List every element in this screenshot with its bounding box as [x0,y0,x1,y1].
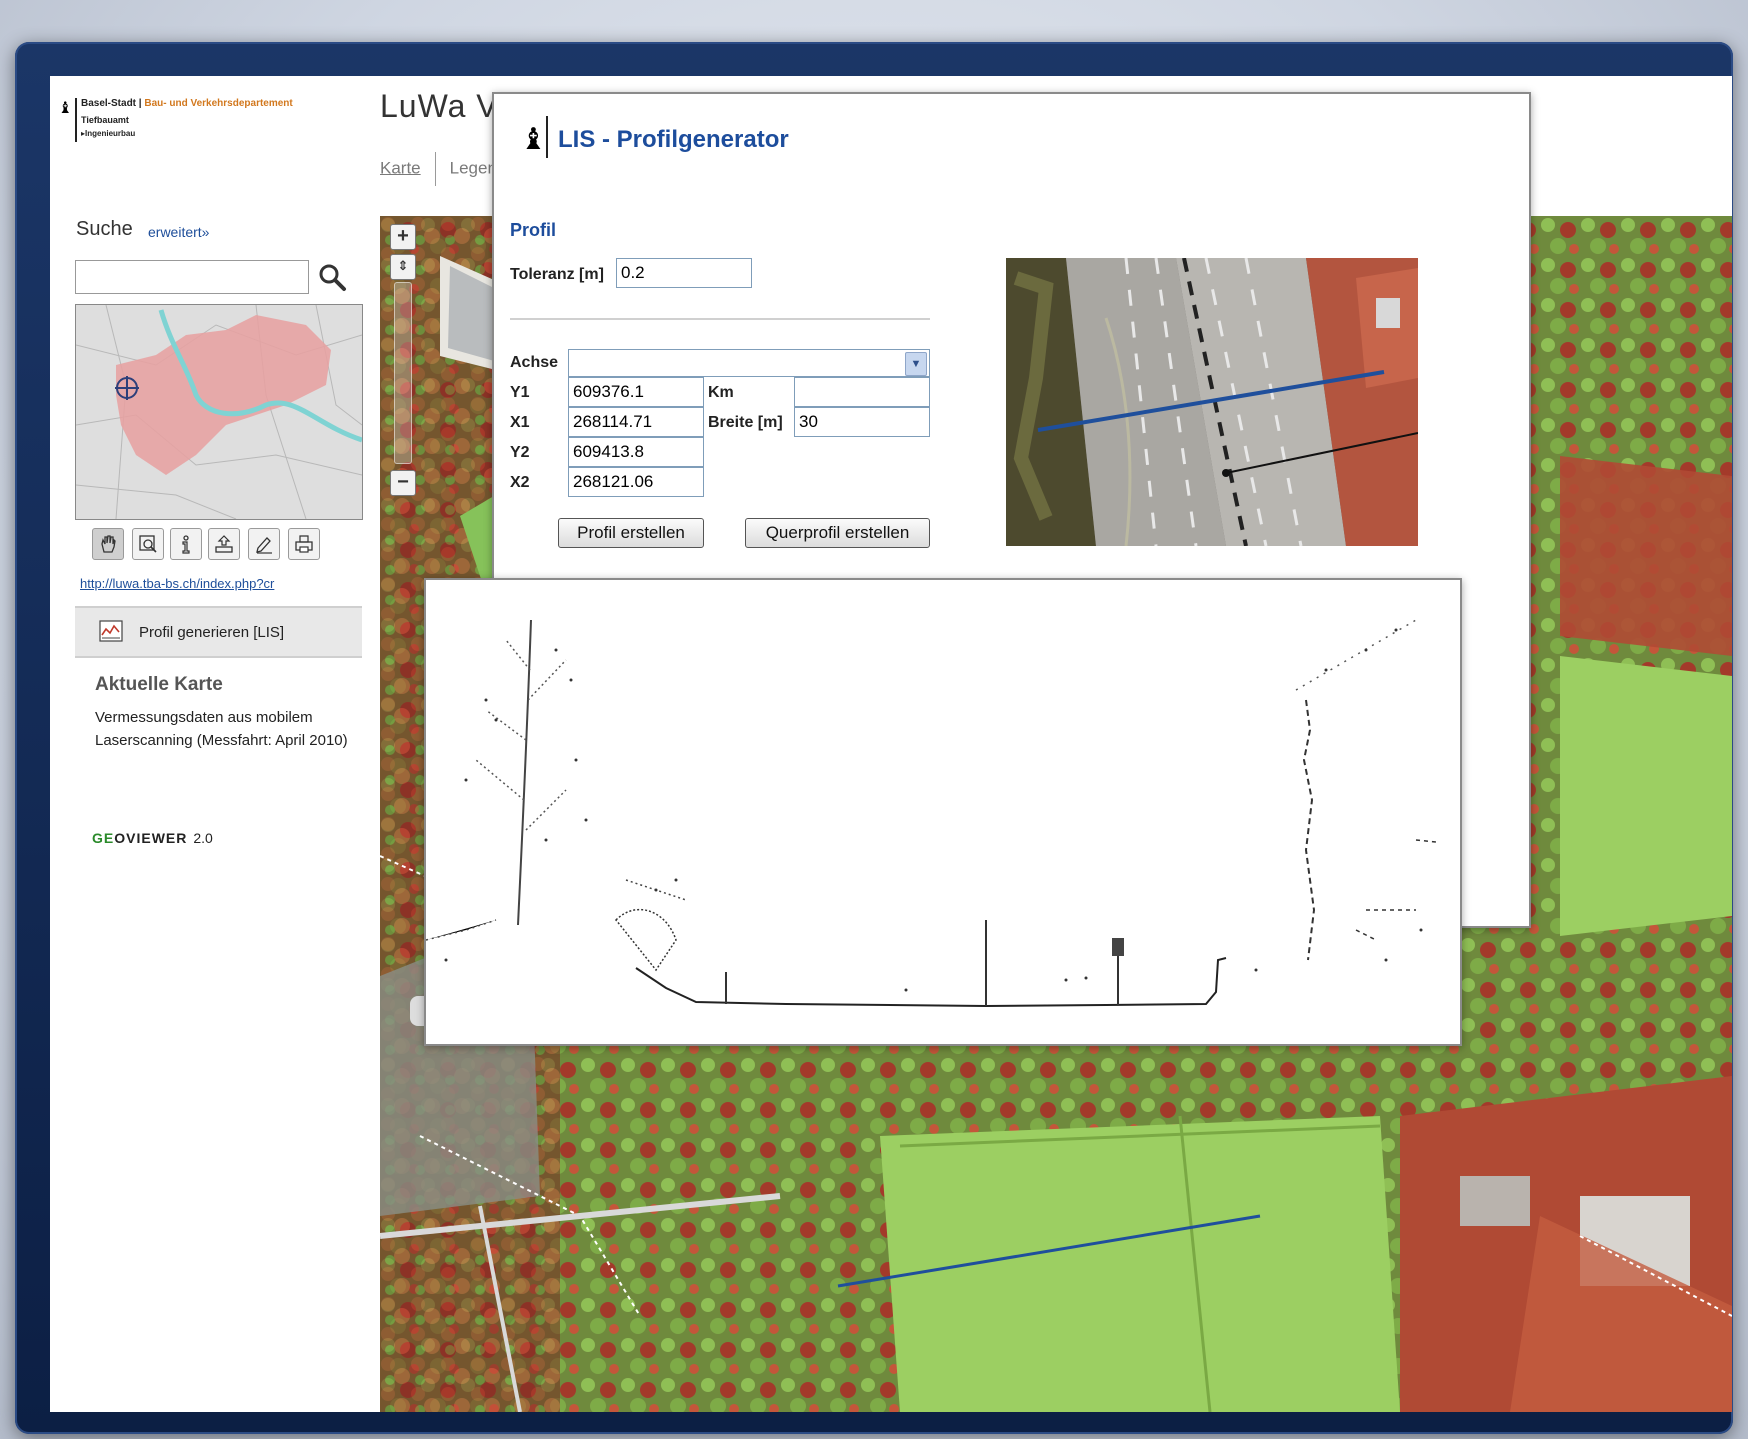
zoom-box-icon[interactable] [132,528,164,560]
dialog-title: LIS - Profilgenerator [558,126,789,153]
profil-erstellen-button[interactable]: Profil erstellen [558,518,704,548]
print-icon[interactable] [288,528,320,560]
profil-button-label: Profil generieren [LIS] [139,624,285,641]
title-divider [546,116,548,158]
org-logo: ♝ Basel-Stadt | Bau- und Verkehrsdeparte… [58,96,358,156]
org-unit: ▸Ingenieurbau [81,129,136,138]
pan-icon[interactable] [92,528,124,560]
overview-map[interactable] [75,304,363,520]
querprofil-erstellen-button[interactable]: Querprofil erstellen [745,518,930,548]
profil-section-title: Profil [510,220,557,240]
search-label: Suche [76,218,133,240]
km-label: Km [708,384,734,401]
search-icon[interactable] [317,262,347,292]
form-divider [510,318,930,320]
breite-input[interactable] [794,407,930,437]
toleranz-input[interactable] [616,258,752,288]
zoom-slider[interactable] [394,282,412,464]
y2-input[interactable] [568,437,704,467]
x1-input[interactable] [568,407,704,437]
map-toolbar [92,528,352,568]
zoom-pan-button[interactable]: ⇕ [390,254,416,280]
tab-karte[interactable]: Karte [380,158,421,177]
org-office: Tiefbauamt [81,115,129,125]
point-cloud-profile [426,619,1437,1008]
org-name: Basel-Stadt | Bau- und Verkehrsdeparteme… [81,98,293,109]
search-input[interactable] [75,260,309,294]
aktuelle-karte-text: Vermessungsdaten aus mobilem Laserscanni… [95,709,348,749]
breite-label: Breite [m] [708,414,783,431]
zoom-control: + ⇕ − [390,224,416,504]
zoom-in-button[interactable]: + [390,224,416,250]
edit-icon[interactable] [248,528,280,560]
logo-divider [75,98,77,142]
achse-select[interactable]: ▼ [568,349,930,377]
geoviewer-brand-rest: OVIEWER [114,830,188,846]
profile-location-aerial [1006,258,1418,546]
sidebar: ♝ Basel-Stadt | Bau- und Verkehrsdeparte… [50,76,380,1412]
basel-crest-icon: ♝ [520,123,547,156]
tab-separator [434,152,436,186]
km-input[interactable] [794,377,930,407]
crosshair-icon [115,376,139,400]
zoom-out-button[interactable]: − [390,470,416,496]
aktuelle-karte-title: Aktuelle Karte [95,674,223,695]
info-icon[interactable] [170,528,202,560]
permalink-url[interactable]: http://luwa.tba-bs.ch/index.php?cr [80,576,360,591]
profil-generieren-button[interactable]: Profil generieren [LIS] [75,606,362,658]
basel-crest-icon: ♝ [58,100,73,117]
y1-input[interactable] [568,377,704,407]
profile-result-window [424,578,1462,1046]
chart-icon [99,620,123,642]
achse-label: Achse [510,354,559,371]
search-advanced-link[interactable]: erweitert» [148,224,209,240]
toleranz-label: Toleranz [m] [510,266,604,283]
geoviewer-brand: GEOVIEWER 2.0 [92,830,213,846]
upload-icon[interactable] [208,528,240,560]
chevron-down-icon[interactable]: ▼ [905,352,927,376]
y1-label: Y1 [510,384,530,401]
x2-input[interactable] [568,467,704,497]
x2-label: X2 [510,474,530,491]
geoviewer-version: 2.0 [193,830,213,846]
y2-label: Y2 [510,444,530,461]
geoviewer-brand-green: GE [92,830,115,846]
x1-label: X1 [510,414,530,431]
